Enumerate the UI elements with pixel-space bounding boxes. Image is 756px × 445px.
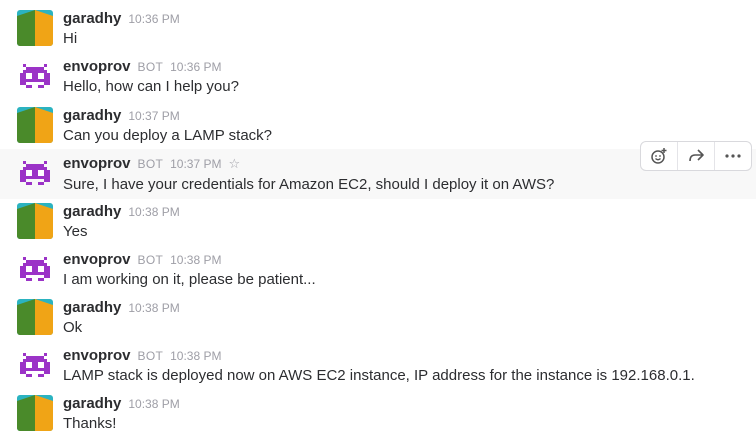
username[interactable]: envoprov: [63, 155, 131, 172]
message-text: Hi: [63, 30, 78, 47]
avatar[interactable]: [17, 10, 53, 46]
message-row[interactable]: garadhy 10:38 PM Yes: [0, 203, 756, 251]
message-row[interactable]: envoprov BOT 10:38 PM I am working on it…: [0, 251, 756, 299]
username[interactable]: garadhy: [63, 10, 121, 27]
message-text: Yes: [63, 223, 88, 240]
message-text: Ok: [63, 319, 83, 336]
timestamp[interactable]: 10:37 PM: [170, 157, 221, 171]
bot-avatar[interactable]: [17, 58, 53, 94]
message-text: LAMP stack is deployed now on AWS EC2 in…: [63, 367, 695, 384]
message-row[interactable]: garadhy 10:38 PM Ok: [0, 299, 756, 347]
timestamp[interactable]: 10:36 PM: [170, 60, 221, 74]
timestamp[interactable]: 10:38 PM: [170, 349, 221, 363]
username[interactable]: garadhy: [63, 107, 121, 124]
share-icon[interactable]: [678, 142, 715, 170]
add-reaction-icon[interactable]: [641, 142, 678, 170]
timestamp[interactable]: 10:37 PM: [128, 109, 179, 123]
username[interactable]: envoprov: [63, 58, 131, 75]
timestamp[interactable]: 10:36 PM: [128, 12, 179, 26]
message-text: Sure, I have your credentials for Amazon…: [63, 176, 555, 193]
bot-avatar[interactable]: [17, 155, 53, 191]
avatar[interactable]: [17, 107, 53, 143]
message-row[interactable]: garadhy 10:38 PM Thanks!: [0, 395, 756, 443]
avatar[interactable]: [17, 203, 53, 239]
message-text: Thanks!: [63, 415, 117, 432]
more-actions-icon[interactable]: [715, 142, 751, 170]
message-text: I am working on it, please be patient...: [63, 271, 316, 288]
username[interactable]: garadhy: [63, 299, 121, 316]
message-row[interactable]: envoprov BOT 10:36 PM Hello, how can I h…: [0, 58, 756, 106]
message-text: Can you deploy a LAMP stack?: [63, 127, 273, 144]
username[interactable]: envoprov: [63, 347, 131, 364]
username[interactable]: garadhy: [63, 395, 121, 412]
bot-avatar[interactable]: [17, 251, 53, 287]
message-actions-bar: [640, 141, 752, 171]
username[interactable]: garadhy: [63, 203, 121, 220]
bot-badge: BOT: [137, 60, 164, 74]
message-text: Hello, how can I help you?: [63, 78, 239, 95]
message-row[interactable]: envoprov BOT 10:38 PM LAMP stack is depl…: [0, 347, 756, 395]
bot-avatar[interactable]: [17, 347, 53, 383]
avatar[interactable]: [17, 395, 53, 431]
timestamp[interactable]: 10:38 PM: [128, 301, 179, 315]
timestamp[interactable]: 10:38 PM: [128, 205, 179, 219]
timestamp[interactable]: 10:38 PM: [170, 253, 221, 267]
bot-badge: BOT: [137, 253, 164, 267]
star-icon[interactable]: ☆: [228, 156, 240, 172]
bot-badge: BOT: [137, 157, 164, 171]
username[interactable]: envoprov: [63, 251, 131, 268]
avatar[interactable]: [17, 299, 53, 335]
message-row[interactable]: garadhy 10:36 PM Hi: [0, 10, 756, 58]
bot-badge: BOT: [137, 349, 164, 363]
timestamp[interactable]: 10:38 PM: [128, 397, 179, 411]
